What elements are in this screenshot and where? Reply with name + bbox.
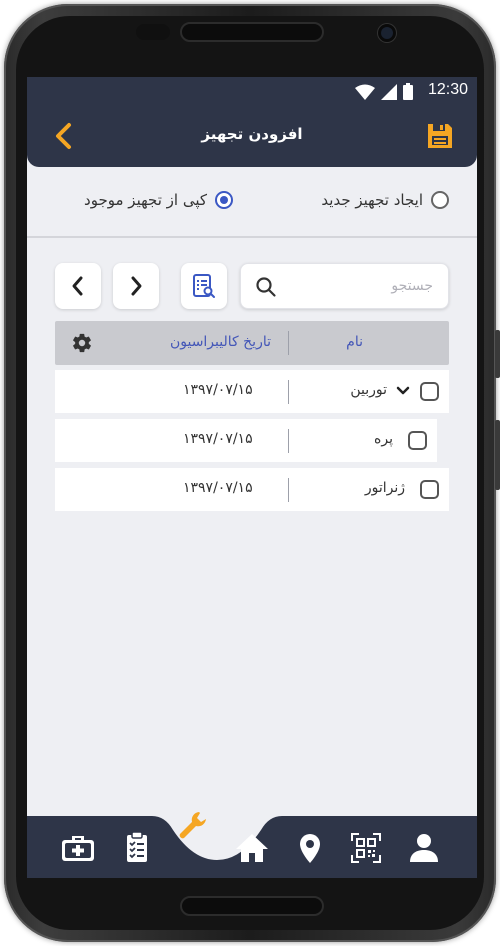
row-checkbox[interactable] (420, 480, 439, 499)
column-header-name[interactable]: نام (346, 334, 363, 350)
table-row[interactable]: ژنراتور ۱۳۹۷/۰۷/۱۵ (55, 468, 449, 511)
mode-selector: ایجاد تجهیز جدید کپی از تجهیز موجود (27, 181, 477, 225)
row-checkbox[interactable] (408, 431, 427, 450)
status-icons (355, 83, 413, 100)
row-date: ۱۳۹۷/۰۷/۱۵ (183, 480, 253, 496)
row-name: توربین (350, 382, 387, 398)
filter-list-button[interactable] (181, 263, 227, 309)
floppy-save-icon (428, 124, 452, 148)
earpiece-speaker (180, 22, 324, 42)
radio-copy-circle[interactable] (215, 191, 233, 209)
battery-icon (403, 83, 413, 100)
column-header-calibration-date[interactable]: تاریخ کالیبراسیون (170, 334, 271, 350)
row-date: ۱۳۹۷/۰۷/۱۵ (183, 382, 253, 398)
previous-page-button[interactable] (55, 263, 101, 309)
table-header: تاریخ کالیبراسیون نام (55, 321, 449, 365)
wifi-icon (355, 84, 375, 100)
divider (27, 236, 477, 238)
row-name: ژنراتور (364, 480, 405, 496)
signal-icon (381, 83, 397, 100)
table-row[interactable]: توربین ۱۳۹۷/۰۷/۱۵ (55, 370, 449, 413)
gear-icon (73, 333, 91, 353)
search-box (240, 263, 449, 309)
radio-new-label: ایجاد تجهیز جدید (321, 191, 423, 209)
user-icon[interactable] (409, 833, 439, 863)
table-settings-button[interactable] (71, 332, 93, 358)
front-camera (378, 24, 396, 42)
page-title: افزودن تجهیز (201, 125, 303, 143)
status-bar: 12:30 (27, 77, 477, 105)
first-aid-kit-icon[interactable] (61, 832, 95, 862)
row-date: ۱۳۹۷/۰۷/۱۵ (183, 431, 253, 447)
home-icon[interactable] (235, 833, 269, 863)
search-icon (256, 277, 276, 297)
column-divider (288, 331, 289, 355)
row-divider (288, 429, 289, 453)
clipboard-list-icon[interactable] (125, 831, 149, 863)
radio-new-equipment[interactable]: ایجاد تجهیز جدید (321, 191, 449, 209)
row-checkbox[interactable] (420, 382, 439, 401)
bottom-speaker (180, 896, 324, 916)
location-pin-icon[interactable] (299, 833, 321, 864)
save-button[interactable] (425, 121, 455, 151)
radio-copy-label: کپی از تجهیز موجود (84, 191, 207, 209)
chevron-left-icon (72, 276, 83, 296)
status-time: 12:30 (427, 81, 468, 98)
proximity-sensor (136, 24, 170, 40)
row-divider (288, 478, 289, 502)
power-button (495, 420, 500, 490)
equipment-table: تاریخ کالیبراسیون نام توربین ۱۳۹۷/۰۷/۱۵ … (55, 321, 449, 511)
row-divider (288, 380, 289, 404)
next-page-button[interactable] (113, 263, 159, 309)
row-name: پره (374, 431, 393, 447)
screen: 12:30 افزودن تجهیز ایجاد تجهیز جدید کپی … (27, 77, 477, 878)
volume-button (495, 330, 500, 378)
table-row[interactable]: پره ۱۳۹۷/۰۷/۱۵ (55, 419, 437, 462)
chevron-down-icon[interactable] (395, 384, 411, 398)
app-bar: افزودن تجهیز (27, 105, 477, 167)
list-search-icon (193, 274, 215, 298)
chevron-right-icon (131, 276, 142, 296)
table-toolbar (27, 263, 477, 309)
qr-scan-icon[interactable] (351, 833, 381, 863)
radio-copy-equipment[interactable]: کپی از تجهیز موجود (84, 191, 233, 209)
radio-new-circle[interactable] (431, 191, 449, 209)
wrench-icon[interactable] (177, 810, 211, 842)
search-input[interactable] (283, 274, 433, 298)
